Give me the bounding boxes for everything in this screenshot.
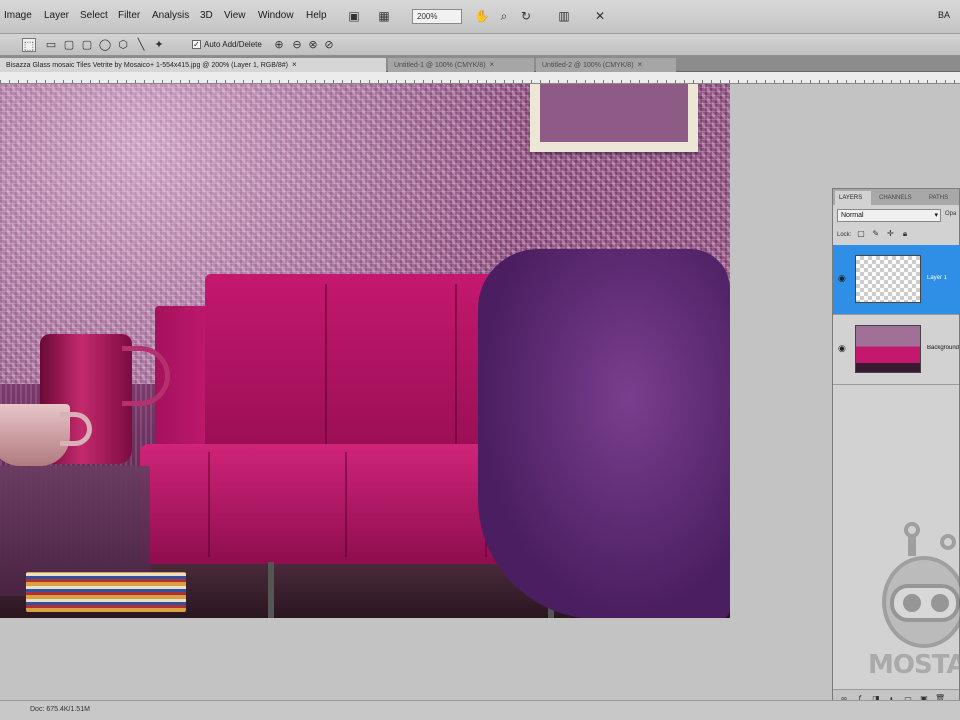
rotate-icon[interactable]: ↻ (518, 8, 534, 24)
document-size[interactable]: Doc: 675.4K/1.51M (30, 706, 90, 713)
tab-paths[interactable]: PATHS (925, 191, 957, 205)
document-image[interactable] (0, 84, 730, 618)
menu-layer[interactable]: Layer (44, 10, 69, 21)
tab-label: Bisazza Glass mosaic Tiles Vetrite by Mo… (6, 62, 288, 69)
blend-mode-select[interactable]: Normal ▾ (837, 209, 941, 222)
menu-window[interactable]: Window (258, 10, 294, 21)
sofa-seam (208, 452, 210, 557)
rounded-rect-2-icon[interactable]: ▢ (80, 38, 94, 52)
layer-row-background[interactable]: ◉ Background (833, 315, 959, 385)
lock-transparent-icon[interactable]: ▢ (856, 229, 866, 239)
menu-image[interactable]: Image (4, 10, 32, 21)
ellipse-icon[interactable]: ◯ (98, 38, 112, 52)
auto-add-delete-checkbox[interactable]: ✓ (192, 40, 201, 49)
workspace-label[interactable]: BA (938, 10, 950, 20)
tab-layers[interactable]: LAYERS (835, 191, 871, 205)
sofa-seam (325, 284, 327, 444)
menu-filter[interactable]: Filter (118, 10, 140, 21)
panel-tab-bar: LAYERS CHANNELS PATHS (833, 189, 959, 205)
layer-row-layer-1[interactable]: ◉ Layer 1 (833, 245, 959, 315)
sofa-leg (268, 562, 274, 618)
chevron-down-icon: ▾ (934, 212, 938, 219)
watermark-logo: MOSTA (868, 520, 960, 690)
sofa-seam (455, 284, 457, 444)
close-icon[interactable]: × (490, 60, 495, 69)
picture-frame (530, 84, 698, 152)
view-extras-icon[interactable]: ▦ (376, 8, 392, 24)
lock-all-icon[interactable]: 🔒︎ (900, 229, 910, 239)
menu-3d[interactable]: 3D (200, 10, 213, 21)
blend-mode-value: Normal (841, 212, 864, 219)
document-tab-bar: Bisazza Glass mosaic Tiles Vetrite by Mo… (0, 56, 960, 72)
purple-throw-blanket (478, 249, 730, 618)
layer-name[interactable]: Layer 1 (927, 275, 959, 281)
canvas-area[interactable] (0, 84, 960, 700)
tab-label: Untitled-1 @ 100% (CMYK/8) (394, 62, 486, 69)
status-bar: Doc: 675.4K/1.51M (0, 700, 960, 720)
layer-name[interactable]: Background (927, 345, 959, 351)
bridge-icon[interactable]: ▣ (346, 8, 362, 24)
line-icon[interactable]: ╲ (134, 38, 148, 52)
menu-analysis[interactable]: Analysis (152, 10, 189, 21)
rounded-rect-icon[interactable]: ▢ (62, 38, 76, 52)
close-icon[interactable]: × (638, 60, 643, 69)
menu-bar: Image Layer Select Filter Analysis 3D Vi… (0, 0, 960, 34)
lock-row: Lock: ▢ ✎ ✛ 🔒︎ (837, 229, 910, 241)
tab-label: Untitled-2 @ 100% (CMYK/8) (542, 62, 634, 69)
lock-image-icon[interactable]: ✎ (871, 229, 881, 239)
path-exclude-icon[interactable]: ⊘ (322, 38, 336, 52)
screen-mode-icon[interactable]: ✕ (592, 8, 608, 24)
opacity-label: Opa (945, 211, 957, 217)
menu-help[interactable]: Help (306, 10, 327, 21)
sofa-seam (345, 452, 347, 557)
path-combine-icon[interactable]: ⊕ (272, 38, 286, 52)
eye-icon[interactable]: ◉ (838, 343, 848, 353)
layer-thumbnail (855, 325, 921, 373)
auto-add-delete-label: Auto Add/Delete (204, 40, 262, 49)
lock-label: Lock: (837, 232, 852, 238)
path-subtract-icon[interactable]: ⊖ (290, 38, 304, 52)
tab-document-2[interactable]: Untitled-1 @ 100% (CMYK/8) × (388, 58, 534, 72)
rect-marquee-icon[interactable]: ▭ (44, 38, 58, 52)
menu-view[interactable]: View (224, 10, 246, 21)
layer-thumbnail (855, 255, 921, 303)
custom-shape-icon[interactable]: ✦ (152, 38, 166, 52)
tab-channels[interactable]: CHANNELS (875, 191, 921, 205)
tab-document-3[interactable]: Untitled-2 @ 100% (CMYK/8) × (536, 58, 676, 72)
magazine-stack (26, 572, 186, 612)
polygon-icon[interactable]: ⬡ (116, 38, 130, 52)
zoom-level[interactable]: 200% (412, 9, 462, 24)
path-intersect-icon[interactable]: ⊗ (306, 38, 320, 52)
horizontal-ruler[interactable] (0, 72, 960, 84)
robot-mascot-icon (882, 522, 960, 648)
eye-icon[interactable]: ◉ (838, 273, 848, 283)
options-bar: ⬚ ▭ ▢ ▢ ◯ ⬡ ╲ ✦ ✓ Auto Add/Delete ⊕ ⊖ ⊗ … (0, 34, 960, 56)
menu-select[interactable]: Select (80, 10, 108, 21)
tab-document-1[interactable]: Bisazza Glass mosaic Tiles Vetrite by Mo… (0, 58, 386, 72)
watermark-text: MOSTA (868, 650, 960, 680)
selection-tool-icon[interactable]: ⬚ (22, 38, 36, 52)
zoom-icon[interactable]: ⌕ (496, 8, 512, 24)
close-icon[interactable]: × (292, 60, 297, 69)
lock-position-icon[interactable]: ✛ (885, 229, 895, 239)
hand-icon[interactable]: ✋ (474, 8, 490, 24)
arrange-icon[interactable]: ▥ (556, 8, 572, 24)
